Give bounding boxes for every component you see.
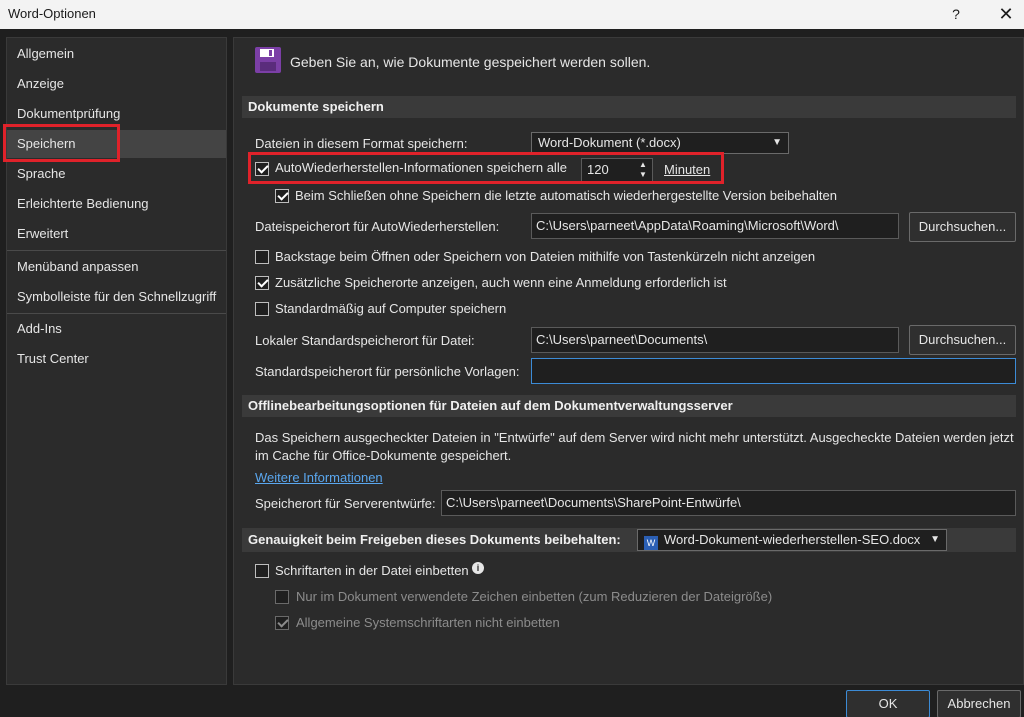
- section-header-save: Dokumente speichern: [242, 96, 1016, 118]
- fidelity-document-value: Word-Dokument-wiederherstellen-SEO.docx: [664, 532, 921, 547]
- sidebar-item-menueband-anpassen[interactable]: Menüband anpassen: [7, 253, 226, 281]
- browse-local-default-button[interactable]: Durchsuchen...: [909, 325, 1016, 355]
- keep-last-version-label: Beim Schließen ohne Speichern die letzte…: [295, 188, 837, 203]
- autorecover-path-input[interactable]: C:\Users\parneet\AppData\Roaming\Microso…: [531, 213, 899, 239]
- autorecover-path-label: Dateispeicherort für AutoWiederherstelle…: [255, 219, 500, 234]
- sidebar-item-add-ins[interactable]: Add-Ins: [7, 315, 226, 343]
- fidelity-title: Genauigkeit beim Freigeben dieses Dokume…: [248, 532, 621, 547]
- ok-button[interactable]: OK: [846, 690, 930, 717]
- highlight-box-speichern: [3, 124, 120, 162]
- no-system-fonts-checkbox[interactable]: [275, 616, 289, 630]
- extra-locations-label: Zusätzliche Speicherorte anzeigen, auch …: [275, 275, 727, 290]
- server-drafts-label: Speicherort für Serverentwürfe:: [255, 496, 436, 511]
- local-default-path-input[interactable]: C:\Users\parneet\Documents\: [531, 327, 899, 353]
- backstage-checkbox[interactable]: [255, 250, 269, 264]
- sidebar-item-trust-center[interactable]: Trust Center: [7, 345, 226, 373]
- server-drafts-path-input[interactable]: C:\Users\parneet\Documents\SharePoint-En…: [441, 490, 1016, 516]
- embed-fonts-checkbox[interactable]: [255, 564, 269, 578]
- more-info-link[interactable]: Weitere Informationen: [255, 470, 383, 485]
- only-used-chars-label: Nur im Dokument verwendete Zeichen einbe…: [296, 589, 773, 604]
- extra-locations-checkbox[interactable]: [255, 276, 269, 290]
- format-label: Dateien in diesem Format speichern:: [255, 136, 468, 151]
- format-select[interactable]: Word-Dokument (*.docx) ▼: [531, 132, 789, 154]
- local-default-label: Lokaler Standardspeicherort für Datei:: [255, 333, 475, 348]
- sidebar-item-erleichterte-bedienung[interactable]: Erleichterte Bedienung: [7, 190, 226, 218]
- title-bar: Word-Optionen ? ✕: [0, 0, 1024, 29]
- embed-fonts-label: Schriftarten in der Datei einbetten: [275, 563, 469, 578]
- sidebar-item-sprache[interactable]: Sprache: [7, 160, 226, 188]
- format-select-value: Word-Dokument (*.docx): [538, 135, 681, 150]
- sidebar-divider: [7, 313, 226, 314]
- default-computer-label: Standardmäßig auf Computer speichern: [275, 301, 507, 316]
- templates-label: Standardspeicherort für persönliche Vorl…: [255, 364, 520, 379]
- offline-info-line1: Das Speichern ausgecheckter Dateien in "…: [255, 430, 1014, 445]
- no-system-fonts-label: Allgemeine Systemschriftarten nicht einb…: [296, 615, 560, 630]
- info-icon[interactable]: i: [472, 562, 484, 574]
- section-header-offline: Offlinebearbeitungsoptionen für Dateien …: [242, 395, 1016, 417]
- backstage-label: Backstage beim Öffnen oder Speichern von…: [275, 249, 816, 264]
- browse-autorecover-button[interactable]: Durchsuchen...: [909, 212, 1016, 242]
- word-doc-icon: W: [644, 536, 658, 550]
- page-header: Geben Sie an, wie Dokumente gespeichert …: [290, 54, 651, 70]
- templates-path-input[interactable]: [531, 358, 1016, 384]
- chevron-down-icon: ▼: [772, 137, 782, 148]
- highlight-box-autorecover: [248, 152, 724, 184]
- sidebar-item-anzeige[interactable]: Anzeige: [7, 70, 226, 98]
- sidebar-item-erweitert[interactable]: Erweitert: [7, 220, 226, 248]
- sidebar-divider: [7, 250, 226, 251]
- default-computer-checkbox[interactable]: [255, 302, 269, 316]
- only-used-chars-checkbox[interactable]: [275, 590, 289, 604]
- fidelity-document-select[interactable]: W Word-Dokument-wiederherstellen-SEO.docx…: [637, 529, 947, 551]
- sidebar-item-schnellzugriff[interactable]: Symbolleiste für den Schnellzugriff: [7, 283, 226, 311]
- keep-last-version-checkbox[interactable]: [275, 189, 289, 203]
- sidebar-item-allgemein[interactable]: Allgemein: [7, 40, 226, 68]
- offline-info-line2: im Cache für Office-Dokumente gespeicher…: [255, 448, 512, 463]
- help-button[interactable]: ?: [944, 2, 968, 26]
- chevron-down-icon: ▼: [930, 534, 940, 545]
- cancel-button[interactable]: Abbrechen: [937, 690, 1021, 717]
- window-title: Word-Optionen: [8, 6, 96, 21]
- options-content: Geben Sie an, wie Dokumente gespeichert …: [233, 37, 1024, 685]
- save-icon: [254, 46, 282, 74]
- close-button[interactable]: ✕: [992, 2, 1020, 26]
